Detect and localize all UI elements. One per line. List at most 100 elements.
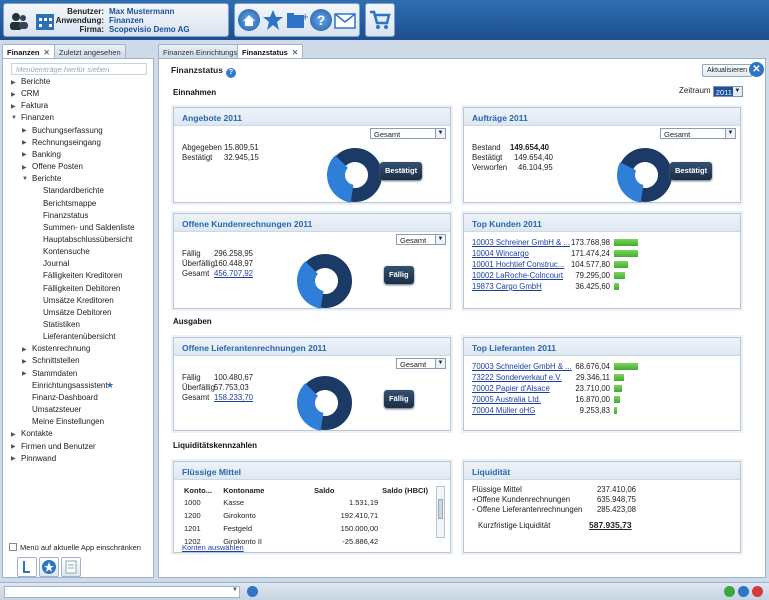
close-icon[interactable]: ✕ — [292, 48, 298, 57]
menu-item[interactable]: Umsatzsteuer — [32, 405, 81, 414]
table-row[interactable]: 1200 Girokonto 192.410,71 — [182, 509, 438, 522]
tab-finanzen[interactable]: Finanzen ✕ — [2, 44, 55, 58]
help-icon[interactable]: ? — [225, 68, 236, 78]
column-header[interactable]: Saldo (HBCI) — [380, 484, 438, 496]
top-entry-link[interactable]: 19873 Cargo GmbH — [472, 282, 542, 291]
collapsed-arrow-icon[interactable]: ▶ — [22, 127, 27, 134]
scroll-thumb[interactable] — [438, 499, 443, 519]
close-icon[interactable]: ✕ — [749, 62, 764, 77]
angebote-dropdown[interactable]: Gesamt ▼ — [370, 128, 446, 139]
column-header[interactable]: Konto... — [182, 484, 221, 496]
menu-filter-input[interactable]: Menüeinträge hierfür sieben — [11, 63, 147, 75]
menu-item[interactable]: Buchungserfassung — [32, 126, 103, 135]
collapsed-arrow-icon[interactable]: ▶ — [11, 91, 16, 98]
top-entry-link[interactable]: 10001 Hochtief Construc... — [472, 260, 564, 269]
favorites-star-icon[interactable] — [262, 9, 284, 31]
menu-item[interactable]: Kontakte — [21, 429, 53, 438]
restrict-menu-checkbox[interactable]: Menü auf aktuelle App einschränken — [9, 543, 141, 552]
collapsed-arrow-icon[interactable]: ▶ — [22, 346, 27, 353]
konten-auswaehlen-link[interactable]: Konten auswählen — [182, 543, 244, 552]
top-entry-link[interactable]: 10003 Schreiner GmbH & ... — [472, 238, 570, 247]
collapsed-arrow-icon[interactable]: ▶ — [22, 139, 27, 146]
top-entry-link[interactable]: 10004 Wincargo — [472, 249, 529, 258]
table-row[interactable]: 1201 Festgeld 150.000,00 — [182, 522, 438, 535]
menu-item[interactable]: Statistiken — [43, 320, 80, 329]
menu-item[interactable]: Finanz-Dashboard — [32, 393, 98, 402]
collapsed-arrow-icon[interactable]: ▶ — [22, 164, 27, 171]
refresh-button[interactable]: Aktualisieren — [702, 64, 753, 77]
column-header[interactable]: Kontoname — [221, 484, 312, 496]
menu-item[interactable]: Journal — [43, 259, 69, 268]
collapsed-arrow-icon[interactable]: ▶ — [22, 370, 27, 377]
collapsed-arrow-icon[interactable]: ▶ — [22, 358, 27, 365]
top-entry-link[interactable]: 70002 Papier d'Alsace — [472, 384, 550, 393]
shopping-cart-icon[interactable] — [369, 9, 391, 31]
top-entry-link[interactable]: 70003 Schneider GmbH & ... — [472, 362, 572, 371]
expanded-arrow-icon[interactable]: ▼ — [11, 115, 17, 121]
tab-finanzen-einrichtung[interactable]: Finanzen Einrichtungs... — [158, 44, 249, 58]
menu-item[interactable]: Offene Posten — [32, 162, 83, 171]
top-entry-link[interactable]: 70005 Australia Ltd. — [472, 395, 541, 404]
favorites-view-button[interactable] — [39, 557, 59, 577]
menu-item[interactable]: Berichte — [21, 77, 50, 86]
kv-value[interactable]: 456.707,92 — [214, 269, 253, 278]
bestaetigt-badge[interactable]: Bestätigt — [380, 162, 423, 180]
zeitraum-select[interactable]: 2011 ▼ — [712, 86, 743, 97]
mail-icon[interactable] — [334, 9, 356, 31]
menu-item[interactable]: Kontensuche — [43, 247, 90, 256]
menu-item[interactable]: Kostenrechnung — [32, 344, 90, 353]
collapsed-arrow-icon[interactable]: ▶ — [11, 79, 16, 86]
menu-item[interactable]: Fälligkeiten Debitoren — [43, 284, 120, 293]
menu-item[interactable]: Berichte — [32, 174, 61, 183]
menu-item[interactable]: Berichtsmappe — [43, 199, 96, 208]
collapsed-arrow-icon[interactable]: ▶ — [11, 455, 16, 462]
close-icon[interactable]: ✕ — [44, 48, 50, 57]
top-entry-link[interactable]: 10002 LaRoche-Colncourt — [472, 271, 563, 280]
kv-value[interactable]: 158.233,70 — [214, 393, 253, 402]
column-header[interactable]: Saldo — [312, 484, 380, 496]
table-scrollbar[interactable] — [436, 486, 445, 538]
menu-item[interactable]: Meine Einstellungen — [32, 417, 104, 426]
menu-item[interactable]: Firmen und Benutzer — [21, 442, 96, 451]
menu-item[interactable]: Standardberichte — [43, 186, 104, 195]
menu-item[interactable]: Summen- und Saldenliste — [43, 223, 135, 232]
faellig-badge[interactable]: Fällig — [384, 266, 414, 284]
collapsed-arrow-icon[interactable]: ▶ — [11, 443, 16, 450]
home-icon[interactable] — [238, 9, 260, 31]
menu-item[interactable]: Schnittstellen — [32, 356, 80, 365]
status-input[interactable]: ▼ — [4, 586, 240, 598]
menu-item[interactable]: Pinnwand — [21, 454, 56, 463]
collapsed-arrow-icon[interactable]: ▶ — [11, 103, 16, 110]
tab-zuletzt-angesehen[interactable]: Zuletzt angesehen — [54, 44, 126, 58]
menu-item[interactable]: Finanzen — [21, 113, 54, 122]
menu-item[interactable]: Umsätze Kreditoren — [43, 296, 114, 305]
kundenrechnungen-dropdown[interactable]: Gesamt ▼ — [396, 234, 446, 245]
auftraege-dropdown[interactable]: Gesamt ▼ — [660, 128, 736, 139]
menu-item[interactable]: Umsätze Debitoren — [43, 308, 111, 317]
tree-view-button[interactable] — [17, 557, 37, 577]
lieferantenrechnungen-dropdown[interactable]: Gesamt ▼ — [396, 358, 446, 369]
help-icon[interactable]: ? — [310, 9, 332, 31]
menu-item[interactable]: Hauptabschlussübersicht — [43, 235, 132, 244]
top-entry-link[interactable]: 73222 Sonderverkauf e.V. — [472, 373, 562, 382]
document-view-button[interactable] — [61, 557, 81, 577]
collapsed-arrow-icon[interactable]: ▶ — [11, 431, 16, 438]
menu-item[interactable]: Faktura — [21, 101, 48, 110]
bestaetigt-badge[interactable]: Bestätigt — [670, 162, 713, 180]
menu-item[interactable]: Banking — [32, 150, 61, 159]
menu-item[interactable]: Finanzstatus — [43, 211, 88, 220]
menu-item[interactable]: CRM — [21, 89, 39, 98]
expanded-arrow-icon[interactable]: ▼ — [22, 176, 28, 182]
tab-finanzstatus[interactable]: Finanzstatus ✕ — [237, 44, 304, 58]
menu-item[interactable]: Lieferantenübersicht — [43, 332, 116, 341]
top-entry-link[interactable]: 70004 Müller oHG — [472, 406, 535, 415]
menu-item[interactable]: Rechnungseingang — [32, 138, 101, 147]
new-folder-icon[interactable]: + — [286, 9, 309, 31]
table-row[interactable]: 1000 Kasse 1.531,19 — [182, 496, 438, 509]
faellig-badge[interactable]: Fällig — [384, 390, 414, 408]
menu-item[interactable]: Stammdaten — [32, 369, 77, 378]
menu-item[interactable]: Fälligkeiten Kreditoren — [43, 271, 123, 280]
checkbox[interactable] — [9, 543, 17, 551]
sync-icon[interactable] — [738, 586, 749, 597]
info-icon[interactable] — [247, 586, 258, 597]
